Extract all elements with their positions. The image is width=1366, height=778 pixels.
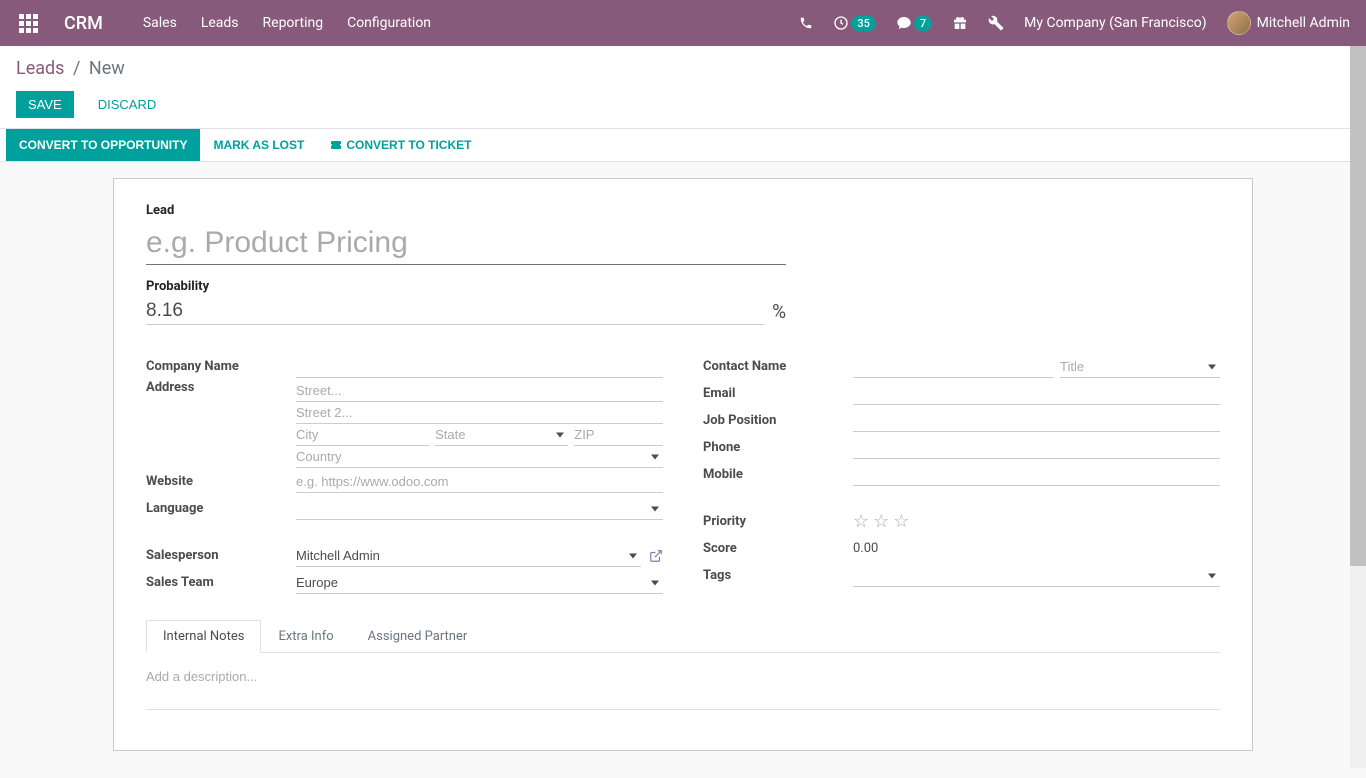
contact-title-input[interactable] [1060, 356, 1220, 378]
job-position-input[interactable] [853, 410, 1220, 432]
menu-sales[interactable]: Sales [143, 15, 177, 31]
description-input[interactable] [146, 669, 1220, 684]
language-input[interactable] [296, 498, 663, 520]
top-nav: CRM Sales Leads Reporting Configuration … [0, 0, 1366, 46]
phone-label: Phone [703, 440, 853, 455]
tools-icon[interactable] [988, 15, 1004, 31]
company-selector[interactable]: My Company (San Francisco) [1024, 15, 1206, 31]
city-input[interactable] [296, 424, 429, 446]
menu-configuration[interactable]: Configuration [347, 15, 431, 31]
user-name: Mitchell Admin [1257, 15, 1350, 31]
score-label: Score [703, 541, 853, 556]
tab-content [146, 653, 1220, 726]
external-link-icon[interactable] [649, 549, 663, 563]
contact-name-input[interactable] [853, 356, 1054, 378]
probability-input[interactable] [146, 298, 764, 325]
tab-internal-notes[interactable]: Internal Notes [146, 620, 261, 653]
gift-icon[interactable] [952, 15, 968, 31]
phone-input[interactable] [853, 437, 1220, 459]
probability-label: Probability [146, 279, 1220, 294]
main-menu: Sales Leads Reporting Configuration [143, 15, 800, 31]
tabs: Internal Notes Extra Info Assigned Partn… [146, 620, 1220, 653]
breadcrumb-parent[interactable]: Leads [16, 58, 64, 79]
star-icon[interactable]: ☆ [873, 511, 889, 532]
right-column: Contact Name Email Job Position [703, 353, 1220, 596]
user-menu[interactable]: Mitchell Admin [1227, 11, 1350, 35]
form-sheet: Lead Probability % Company Name Address [113, 178, 1253, 751]
apps-icon[interactable] [16, 11, 40, 35]
contact-name-label: Contact Name [703, 359, 853, 374]
priority-stars: ☆ ☆ ☆ [853, 511, 909, 532]
mark-lost-button[interactable]: Mark as Lost [200, 129, 317, 161]
tags-input[interactable] [853, 565, 1220, 587]
convert-ticket-button[interactable]: Convert to Ticket [317, 129, 484, 161]
menu-leads[interactable]: Leads [201, 15, 239, 31]
priority-label: Priority [703, 514, 853, 529]
scrollbar[interactable] [1350, 46, 1366, 768]
messages-badge: 7 [914, 16, 932, 31]
email-input[interactable] [853, 383, 1220, 405]
zip-input[interactable] [574, 424, 663, 446]
email-label: Email [703, 386, 853, 401]
mobile-label: Mobile [703, 467, 853, 482]
phone-icon[interactable] [799, 16, 813, 30]
country-input[interactable] [296, 446, 663, 468]
convert-ticket-label: Convert to Ticket [346, 138, 471, 152]
star-icon[interactable]: ☆ [853, 511, 869, 532]
breadcrumb: Leads / New [16, 58, 1350, 79]
language-label: Language [146, 501, 296, 516]
salesperson-input[interactable] [296, 545, 641, 567]
scrollbar-thumb[interactable] [1350, 46, 1366, 566]
avatar [1227, 11, 1251, 35]
street2-input[interactable] [296, 402, 663, 424]
breadcrumb-bar: Leads / New [0, 46, 1366, 85]
action-buttons: Save Discard [0, 85, 1366, 128]
company-name: My Company (San Francisco) [1024, 15, 1206, 31]
lead-label: Lead [146, 203, 1220, 218]
company-name-label: Company Name [146, 359, 296, 374]
street-input[interactable] [296, 380, 663, 402]
sales-team-label: Sales Team [146, 575, 296, 590]
website-label: Website [146, 474, 296, 489]
mobile-input[interactable] [853, 464, 1220, 486]
status-bar: Convert to Opportunity Mark as Lost Conv… [0, 128, 1366, 162]
star-icon[interactable]: ☆ [893, 511, 909, 532]
nav-right: 35 7 My Company (San Francisco) Mitchell… [799, 11, 1350, 35]
ticket-icon [330, 139, 342, 151]
job-position-label: Job Position [703, 413, 853, 428]
percent-sign: % [772, 300, 786, 323]
state-input[interactable] [435, 424, 568, 446]
discard-button[interactable]: Discard [86, 91, 169, 118]
activities-icon[interactable]: 35 [833, 15, 876, 31]
address-label: Address [146, 380, 296, 395]
save-button[interactable]: Save [16, 91, 74, 118]
company-name-input[interactable] [296, 356, 663, 378]
activities-badge: 35 [851, 16, 876, 31]
tab-assigned-partner[interactable]: Assigned Partner [351, 620, 485, 653]
breadcrumb-current: New [89, 58, 125, 79]
website-input[interactable] [296, 471, 663, 493]
score-value: 0.00 [853, 541, 878, 556]
menu-reporting[interactable]: Reporting [263, 15, 324, 31]
sales-team-input[interactable] [296, 572, 663, 594]
salesperson-label: Salesperson [146, 548, 296, 563]
breadcrumb-sep: / [73, 58, 80, 79]
left-column: Company Name Address [146, 353, 663, 596]
tags-label: Tags [703, 568, 853, 583]
brand[interactable]: CRM [64, 13, 103, 34]
messages-icon[interactable]: 7 [896, 15, 932, 31]
lead-title-input[interactable] [146, 222, 786, 265]
convert-opportunity-button[interactable]: Convert to Opportunity [6, 129, 200, 161]
tab-extra-info[interactable]: Extra Info [261, 620, 350, 653]
